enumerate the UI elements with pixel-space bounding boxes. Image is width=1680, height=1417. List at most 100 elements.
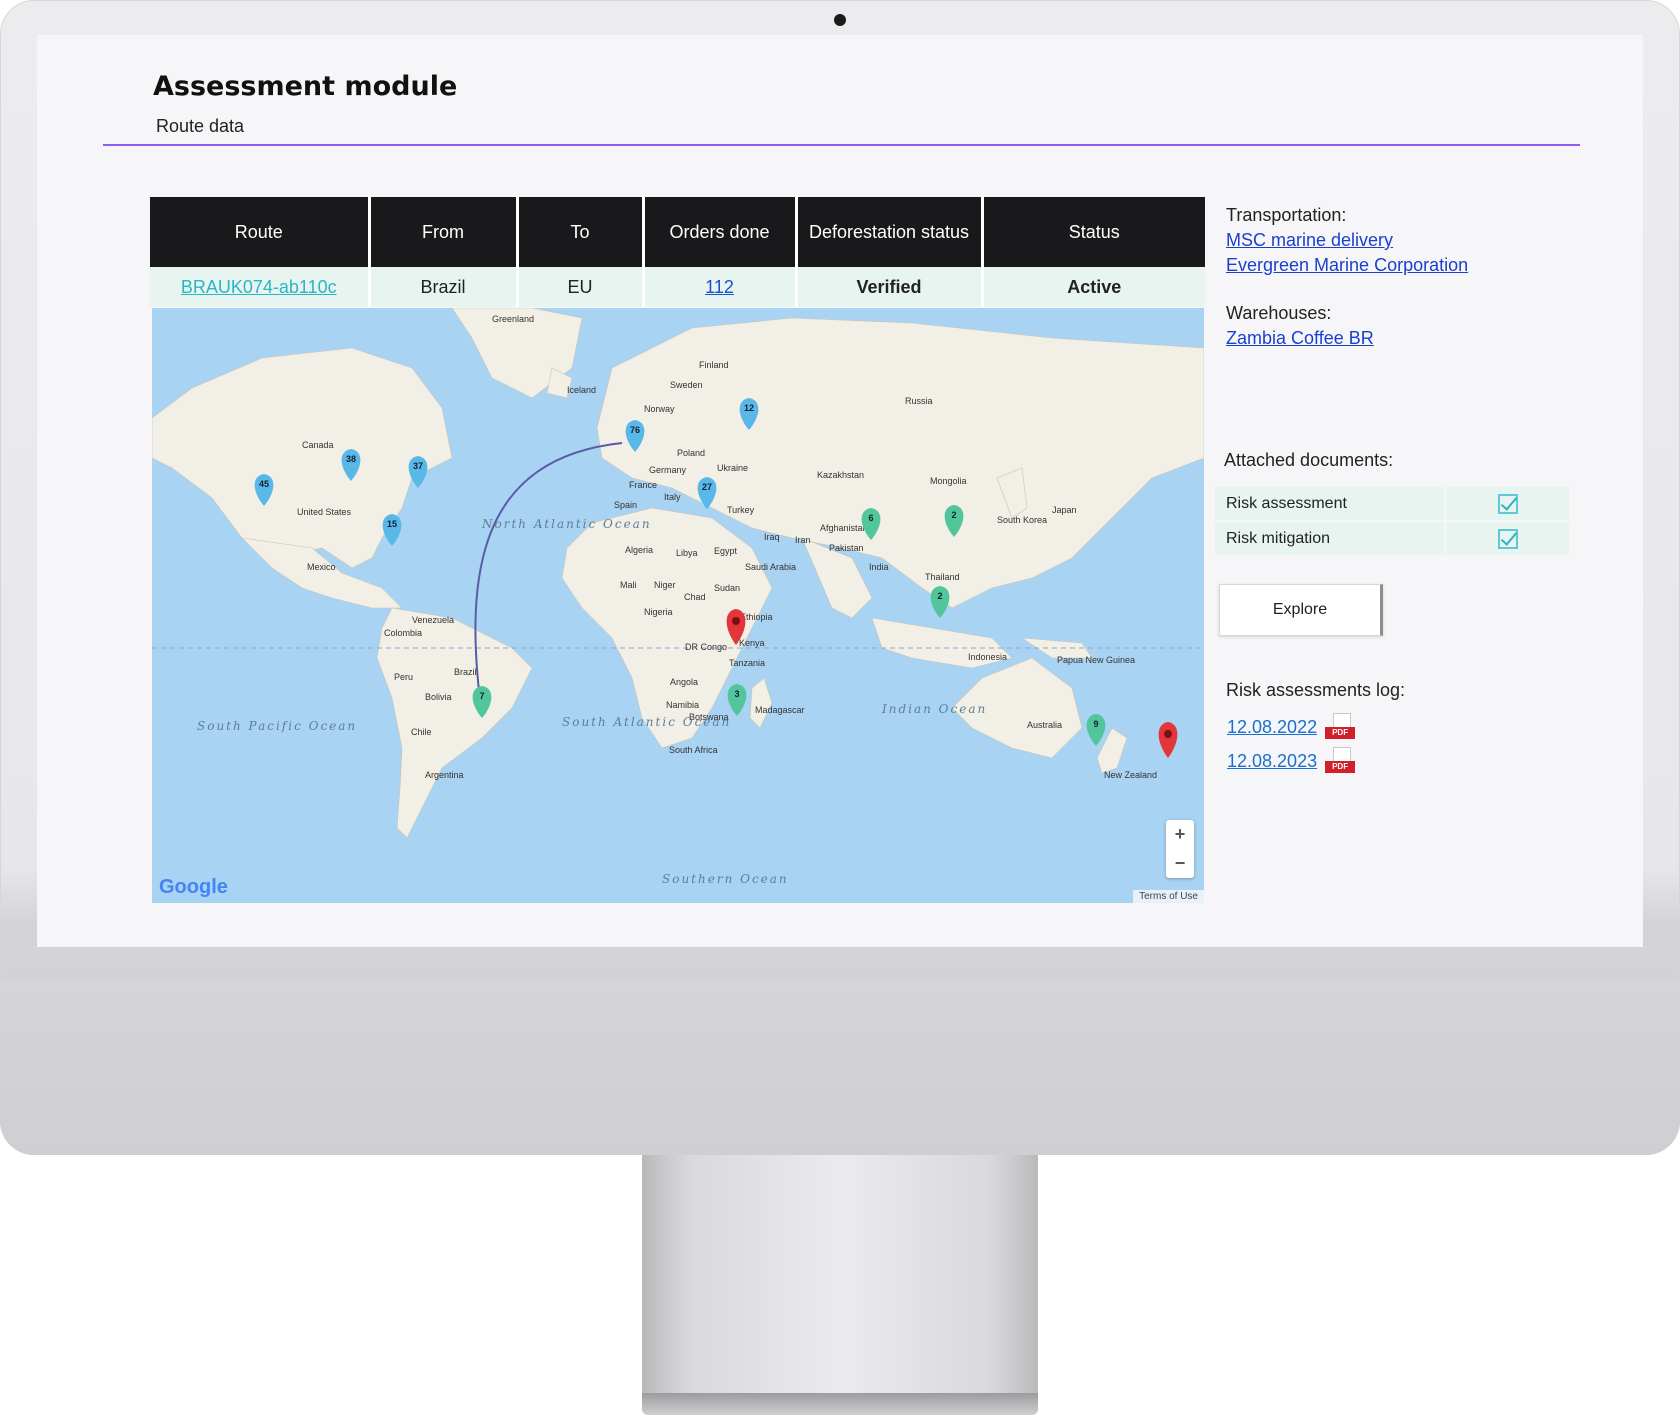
map-label-namibia: Namibia — [666, 700, 699, 710]
map-marker-alert[interactable] — [1158, 722, 1178, 758]
map-label-mongolia: Mongolia — [930, 476, 967, 486]
map-label-papua-new-guinea: Papua New Guinea — [1057, 655, 1135, 665]
map-marker[interactable]: 37 — [408, 456, 428, 488]
document-name: Risk mitigation — [1215, 522, 1444, 555]
marker-count: 6 — [868, 513, 873, 523]
risk-log-date-link[interactable]: 12.08.2023 — [1227, 751, 1317, 772]
transportation-link[interactable]: MSC marine delivery — [1226, 230, 1393, 251]
map-label-angola: Angola — [670, 677, 698, 687]
map-label-mali: Mali — [620, 580, 637, 590]
map-label-dr-congo: DR Congo — [685, 642, 727, 652]
title-divider — [103, 144, 1580, 146]
cell-route: BRAUK074-ab110c — [150, 267, 371, 307]
map-label-argentina: Argentina — [425, 770, 464, 780]
map-label-bolivia: Bolivia — [425, 692, 452, 702]
map-label-peru: Peru — [394, 672, 413, 682]
map-label-united-states: United States — [297, 507, 352, 517]
cell-deforestation-status: Verified — [796, 267, 984, 307]
world-map[interactable]: Greenland Iceland Finland Sweden Norway … — [152, 308, 1204, 903]
google-logo-text: Google — [159, 876, 228, 898]
document-checkbox[interactable] — [1497, 528, 1518, 549]
document-check-cell — [1446, 522, 1569, 555]
monitor-stand-foot — [642, 1393, 1038, 1415]
map-label-saudi-arabia: Saudi Arabia — [745, 562, 796, 572]
monitor-chin — [0, 980, 1680, 1155]
map-marker[interactable]: 2 — [930, 586, 950, 618]
orders-done-link[interactable]: 112 — [705, 277, 734, 297]
map-marker[interactable]: 9 — [1086, 714, 1106, 746]
map-label-italy: Italy — [664, 492, 681, 502]
marker-count: 9 — [1093, 719, 1098, 729]
map-label-japan: Japan — [1052, 505, 1077, 515]
pdf-icon[interactable]: PDF — [1325, 713, 1356, 741]
map-label-new-zealand: New Zealand — [1104, 770, 1157, 780]
map-marker[interactable]: 3 — [727, 684, 747, 716]
warehouse-link[interactable]: Zambia Coffee BR — [1226, 328, 1374, 349]
col-from: From — [369, 197, 519, 267]
risk-log-entry: 12.08.2023 PDF — [1227, 747, 1356, 775]
document-checkbox[interactable] — [1497, 493, 1518, 514]
marker-count: 7 — [479, 691, 484, 701]
map-label-libya: Libya — [676, 548, 698, 558]
map-label-iceland: Iceland — [567, 385, 596, 395]
col-orders-done: Orders done — [643, 197, 798, 267]
col-status: Status — [982, 197, 1205, 267]
map-label-poland: Poland — [677, 448, 705, 458]
cell-status: Active — [982, 267, 1205, 307]
map-ocean-south-pacific: South Pacific Ocean — [197, 719, 357, 733]
marker-count: 76 — [630, 425, 640, 435]
map-ocean-southern: Southern Ocean — [662, 872, 789, 886]
zoom-in-button[interactable]: + — [1175, 824, 1186, 845]
marker-count: 38 — [346, 454, 356, 464]
attached-documents-table: Risk assessment Risk mitigation — [1215, 487, 1569, 557]
map-label-indonesia: Indonesia — [968, 652, 1007, 662]
map-terms-link[interactable]: Terms of Use — [1133, 890, 1204, 903]
map-label-kazakhstan: Kazakhstan — [817, 470, 864, 480]
map-label-russia: Russia — [905, 396, 933, 406]
map-ocean-indian: Indian Ocean — [881, 702, 987, 716]
map-label-colombia: Colombia — [384, 628, 422, 638]
map-label-venezuela: Venezuela — [412, 615, 454, 625]
route-table: Route From To Orders done Deforestation … — [150, 197, 1205, 307]
risk-log-label: Risk assessments log: — [1226, 680, 1406, 700]
col-route: Route — [150, 197, 371, 267]
google-logo: Google — [159, 876, 228, 899]
map-label-brazil: Brazil — [454, 667, 477, 677]
map-label-pakistan: Pakistan — [829, 543, 864, 553]
monitor-stand — [642, 1155, 1038, 1393]
map-label-iran: Iran — [795, 535, 811, 545]
map-label-canada: Canada — [302, 440, 334, 450]
map-label-germany: Germany — [649, 465, 687, 475]
map-label-turkey: Turkey — [727, 505, 755, 515]
map-label-india: India — [869, 562, 889, 572]
map-ocean-south-atlantic: South Atlantic Ocean — [562, 715, 731, 729]
page-subtitle: Route data — [156, 116, 245, 136]
map-label-iraq: Iraq — [764, 532, 780, 542]
explore-button[interactable]: Explore — [1219, 584, 1383, 636]
col-deforestation-status: Deforestation status — [796, 197, 984, 267]
marker-count: 27 — [702, 482, 712, 492]
imac-monitor: Assessment module Route data Route From … — [0, 0, 1680, 1155]
map-label-kenya: Kenya — [739, 638, 765, 648]
map-marker[interactable]: 15 — [382, 514, 402, 546]
map-label-thailand: Thailand — [925, 572, 960, 582]
map-label-nigeria: Nigeria — [644, 607, 673, 617]
map-label-ukraine: Ukraine — [717, 463, 748, 473]
table-header-row: Route From To Orders done Deforestation … — [150, 197, 1205, 267]
route-link[interactable]: BRAUK074-ab110c — [181, 277, 337, 297]
cell-orders-done: 112 — [643, 267, 798, 307]
map-label-tanzania: Tanzania — [729, 658, 765, 668]
risk-log-date-link[interactable]: 12.08.2022 — [1227, 717, 1317, 738]
map-ocean-north-atlantic: North Atlantic Ocean — [481, 517, 652, 531]
transportation-link[interactable]: Evergreen Marine Corporation — [1226, 255, 1468, 276]
warehouses-label: Warehouses: — [1226, 303, 1332, 323]
map-label-chad: Chad — [684, 592, 706, 602]
marker-count: 2 — [951, 510, 956, 520]
zoom-out-button[interactable]: − — [1175, 853, 1186, 874]
pdf-icon[interactable]: PDF — [1325, 747, 1356, 775]
marker-count: 3 — [734, 689, 739, 699]
marker-count: 45 — [259, 479, 269, 489]
table-row: BRAUK074-ab110c Brazil EU 112 Verified A… — [150, 267, 1205, 307]
pdf-tag: PDF — [1325, 761, 1356, 773]
map-zoom-control: + − — [1166, 820, 1194, 878]
